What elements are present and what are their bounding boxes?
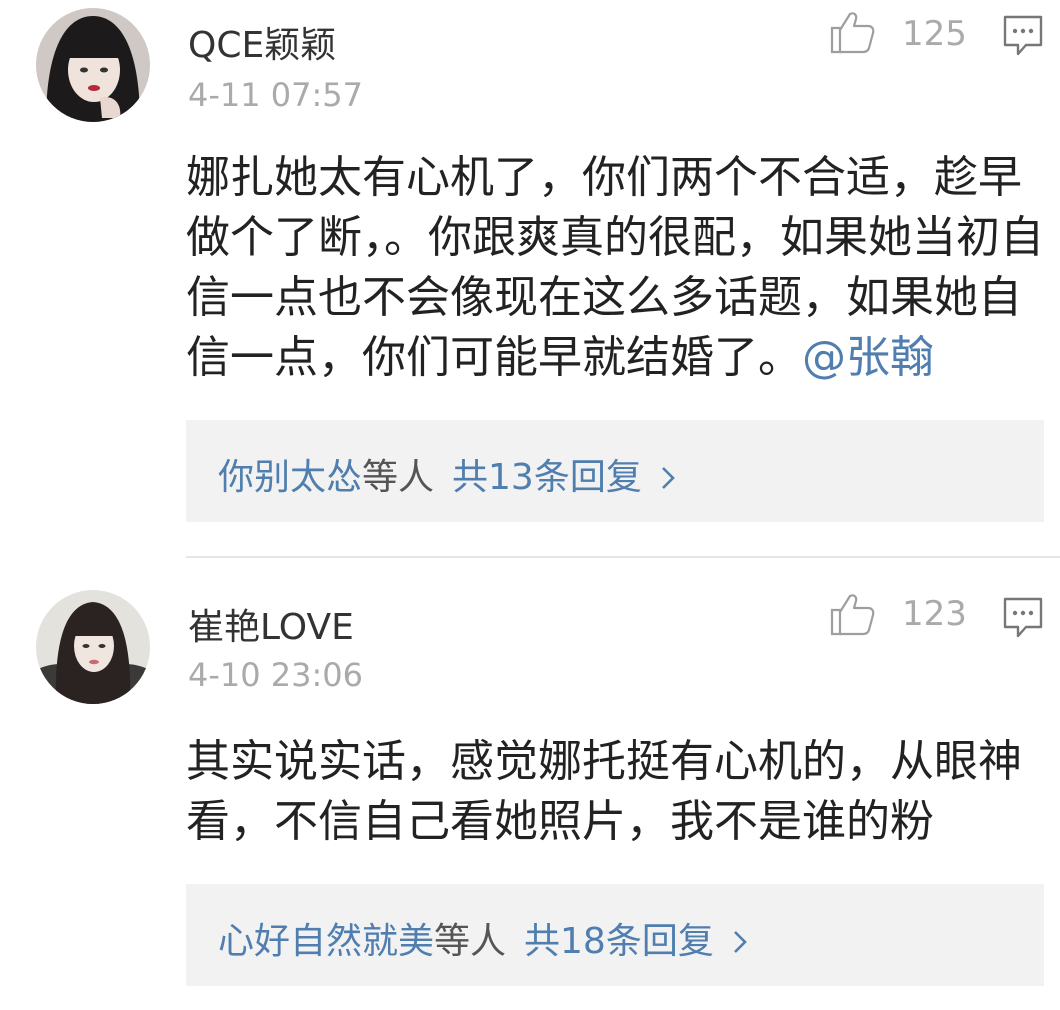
reply-count-link[interactable]: 共18条回复 bbox=[524, 921, 714, 962]
username[interactable]: 崔艳LOVE bbox=[188, 598, 354, 650]
reply-count-link[interactable]: 共13条回复 bbox=[452, 457, 642, 498]
timestamp: 4-11 07:57 bbox=[188, 76, 364, 114]
avatar-icon bbox=[36, 8, 150, 122]
replies-summary[interactable]: 你别太怂等人 共13条回复 bbox=[186, 420, 1044, 522]
like-count: 123 bbox=[902, 594, 967, 634]
username[interactable]: QCE颖颖 bbox=[188, 16, 336, 68]
chevron-right-icon bbox=[732, 923, 748, 964]
comment-item: 崔艳LOVE 4-10 23:06 123 其实说实话，感觉娜托挺有心机的，从眼… bbox=[0, 558, 1060, 1010]
replies-summary[interactable]: 心好自然就美等人 共18条回复 bbox=[186, 884, 1044, 986]
thumbs-up-icon[interactable] bbox=[828, 590, 876, 638]
user-avatar[interactable] bbox=[36, 590, 150, 704]
reply-user-link[interactable]: 你别太怂 bbox=[218, 457, 362, 498]
like-count: 125 bbox=[902, 14, 967, 54]
comment-bubble-icon[interactable] bbox=[1002, 596, 1044, 640]
others-label: 等人 bbox=[434, 921, 507, 962]
others-label: 等人 bbox=[362, 457, 435, 498]
comment-bubble-icon[interactable] bbox=[1002, 14, 1044, 58]
chevron-right-icon bbox=[660, 459, 676, 500]
reply-user-link[interactable]: 心好自然就美 bbox=[218, 921, 434, 962]
comment-body: 其实说实话，感觉娜托挺有心机的，从眼神看，不信自己看她照片，我不是谁的粉 bbox=[186, 736, 1022, 847]
comment-text: 娜扎她太有心机了，你们两个不合适，趁早做个了断，。你跟爽真的很配，如果她当初自信… bbox=[186, 148, 1046, 388]
comment-item: QCE颖颖 4-11 07:57 125 娜扎她太有心机了，你们两个不合适，趁早… bbox=[0, 0, 1060, 556]
timestamp: 4-10 23:06 bbox=[188, 656, 364, 694]
user-avatar[interactable] bbox=[36, 8, 150, 122]
thumbs-up-icon[interactable] bbox=[828, 8, 876, 56]
avatar-icon bbox=[36, 590, 150, 704]
comment-text: 其实说实话，感觉娜托挺有心机的，从眼神看，不信自己看她照片，我不是谁的粉 bbox=[186, 732, 1046, 852]
mention-link[interactable]: @张翰 bbox=[802, 332, 934, 383]
